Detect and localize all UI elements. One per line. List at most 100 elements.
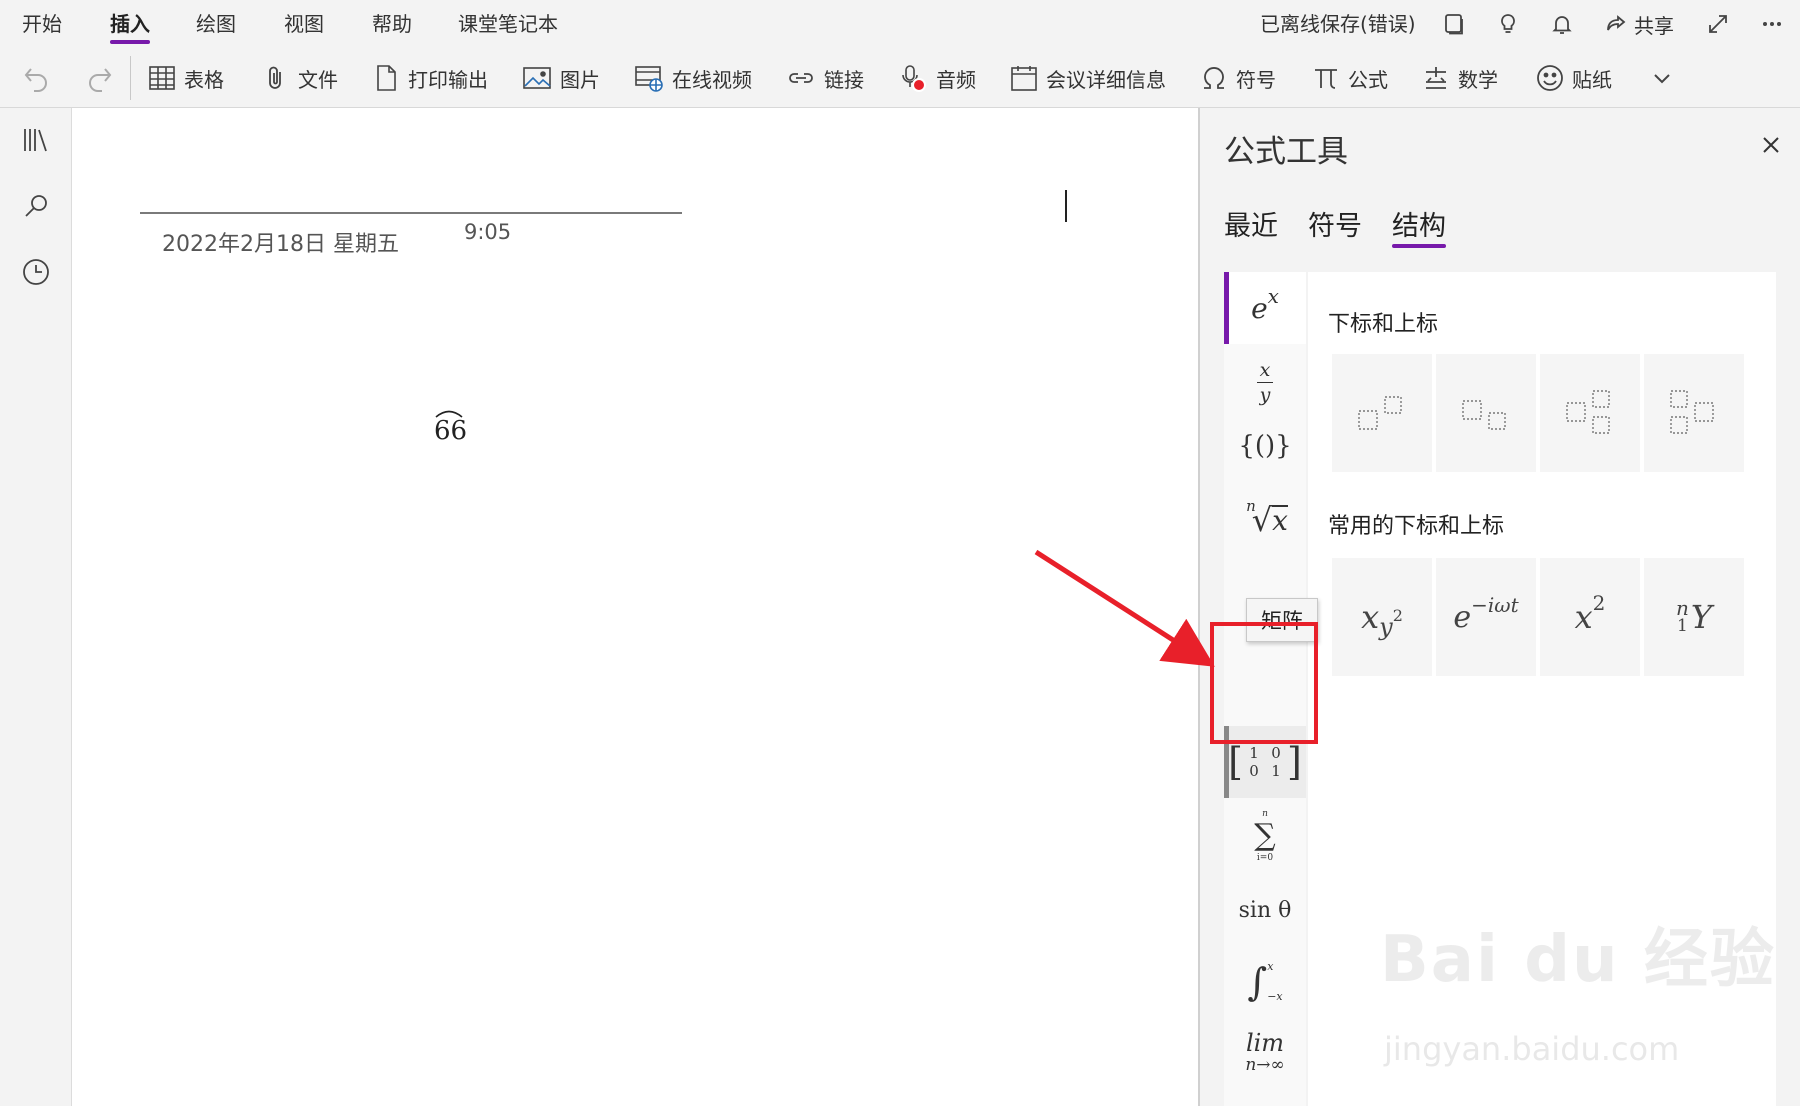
tile1-sub: y [1379,613,1393,641]
undo-icon [24,68,47,92]
page-date: 2022年2月18日 星期五 [162,232,399,257]
expand-icon[interactable] [1702,8,1734,40]
ribbon-label-audio: 音频 [936,67,976,92]
insert-file-button[interactable]: 文件 [262,60,338,96]
cat-matrix-r1c1: 1 [1249,744,1259,762]
redo-icon [89,68,112,92]
search-icon[interactable] [18,188,54,224]
insert-picture-button[interactable]: 图片 [522,60,600,96]
tile2-sup: −iωt [1471,593,1519,617]
share-icon [1607,15,1626,31]
tile3-base: x [1574,598,1593,636]
tile-left-sub-superscript[interactable] [1644,354,1744,472]
ribbon-label-equation: 公式 [1348,67,1388,92]
tab-recent[interactable]: 最近 [1224,204,1278,246]
table-icon [149,66,175,90]
tab-insert[interactable]: 插入 [110,10,150,44]
tab-home[interactable]: 开始 [22,10,62,42]
category-large-operator[interactable]: n ∑ i=0 [1224,800,1306,872]
math-icon [1426,67,1446,89]
tile3-sup: 2 [1592,591,1606,615]
insert-printout-button[interactable]: 打印输出 [372,60,488,96]
tile1-base: x [1361,598,1380,636]
share-button[interactable]: 共享 [1604,8,1674,40]
tile-sub-superscript[interactable] [1540,354,1640,472]
notebooks-icon[interactable] [18,122,54,158]
share-label: 共享 [1634,13,1674,38]
tile1-sup: 2 [1392,605,1403,625]
cat-fraction-den: y [1259,383,1271,406]
text-cursor [1065,190,1067,222]
ribbon-label-file: 文件 [298,67,338,92]
insert-link-button[interactable]: 链接 [786,60,864,96]
category-integral[interactable]: ∫ x −x [1224,946,1306,1018]
notebook-icon[interactable] [1438,8,1470,40]
more-icon[interactable] [1756,8,1788,40]
equation-object[interactable]: 66 [434,410,468,446]
equation-text: 66 [434,416,468,446]
omega-icon [1204,67,1224,89]
close-panel-button[interactable] [1758,132,1784,158]
close-icon [1763,137,1779,153]
category-function[interactable]: sin θ [1224,874,1306,946]
insert-symbol-button[interactable]: 符号 [1200,60,1276,96]
note-page[interactable]: 2022年2月18日 星期五 9:05 66 [72,108,1198,1106]
tile-e-power[interactable]: e −iωt [1436,558,1536,676]
math-button[interactable]: 数学 [1422,60,1498,96]
tile-x-squared[interactable]: x2 [1540,558,1640,676]
ribbon-label-math: 数学 [1458,67,1498,92]
cat-integral-sub: −x [1267,990,1283,1003]
tab-help[interactable]: 帮助 [372,10,412,42]
category-limit[interactable]: lim n→∞ [1224,1018,1306,1090]
tab-structures[interactable]: 结构 [1392,204,1446,248]
tab-class-notebook[interactable]: 课堂笔记本 [458,10,558,42]
tile-x-sub-y-squared[interactable]: xy2 [1332,558,1432,676]
menu-bar: 开始 插入 绘图 视图 帮助 课堂笔记本 已离线保存(错误) 共享 [0,0,1800,48]
insert-sticker-button[interactable]: 贴纸 [1536,60,1612,96]
cat-matrix-r1c2: 0 [1271,744,1281,762]
undo-button[interactable] [22,60,52,96]
insert-table-button[interactable]: 表格 [148,60,224,96]
cat-radical-index: n [1246,497,1256,515]
cat-integral-sup: x [1267,960,1274,973]
tile-superscript[interactable] [1332,354,1432,472]
picture-icon [523,67,551,89]
insert-audio-button[interactable]: 音频 [900,60,976,96]
recent-clock-icon[interactable] [18,254,54,290]
cat-scripts-sup: x [1267,284,1279,308]
cat-fraction-num: x [1259,358,1271,381]
insert-equation-button[interactable]: 公式 [1312,60,1388,96]
ribbon-toolbar: 表格 文件 打印输出 图片 在线视频 链接 音频 会议详细信息 符号 公式 数学 [0,48,1800,108]
bell-icon[interactable] [1546,8,1578,40]
tile-subscript[interactable] [1436,354,1536,472]
left-navigation [0,108,72,1106]
category-scripts[interactable]: ex [1224,272,1306,344]
insert-online-video-button[interactable]: 在线视频 [634,60,752,96]
audio-icon [902,65,926,92]
redo-button[interactable] [84,60,114,96]
category-operator[interactable]: ≙ [1224,1088,1306,1106]
meeting-details-button[interactable]: 会议详细信息 [1010,60,1166,96]
tab-view[interactable]: 视图 [284,10,324,42]
ribbon-more-button[interactable] [1650,60,1674,96]
lightbulb-icon[interactable] [1492,8,1524,40]
ribbon-label-sticker: 贴纸 [1572,67,1612,92]
sync-status[interactable]: 已离线保存(错误) [1260,10,1416,38]
cat-radical-radicand: x [1272,504,1288,537]
category-matrix[interactable]: [ 1 0 0 1 ] [1224,726,1306,798]
category-fraction[interactable]: x y [1224,346,1306,418]
section-common-scripts-title: 常用的下标和上标 [1328,514,1505,539]
link-icon [789,73,813,83]
ribbon-label-table: 表格 [184,67,224,92]
tile4-base: Y [1690,598,1712,636]
tab-draw[interactable]: 绘图 [196,10,236,42]
tab-symbols[interactable]: 符号 [1308,204,1362,246]
ribbon-separator [130,56,131,100]
page-time: 9:05 [464,220,512,244]
category-radical[interactable]: n √ x [1224,484,1306,556]
ribbon-label-meeting: 会议详细信息 [1046,67,1166,92]
cat-limit-bottom: n→∞ [1245,1055,1285,1075]
tile-left-scripts-y[interactable]: n 1 Y [1644,558,1744,676]
category-brackets[interactable]: {()} [1224,410,1306,482]
online-video-icon [635,66,663,92]
